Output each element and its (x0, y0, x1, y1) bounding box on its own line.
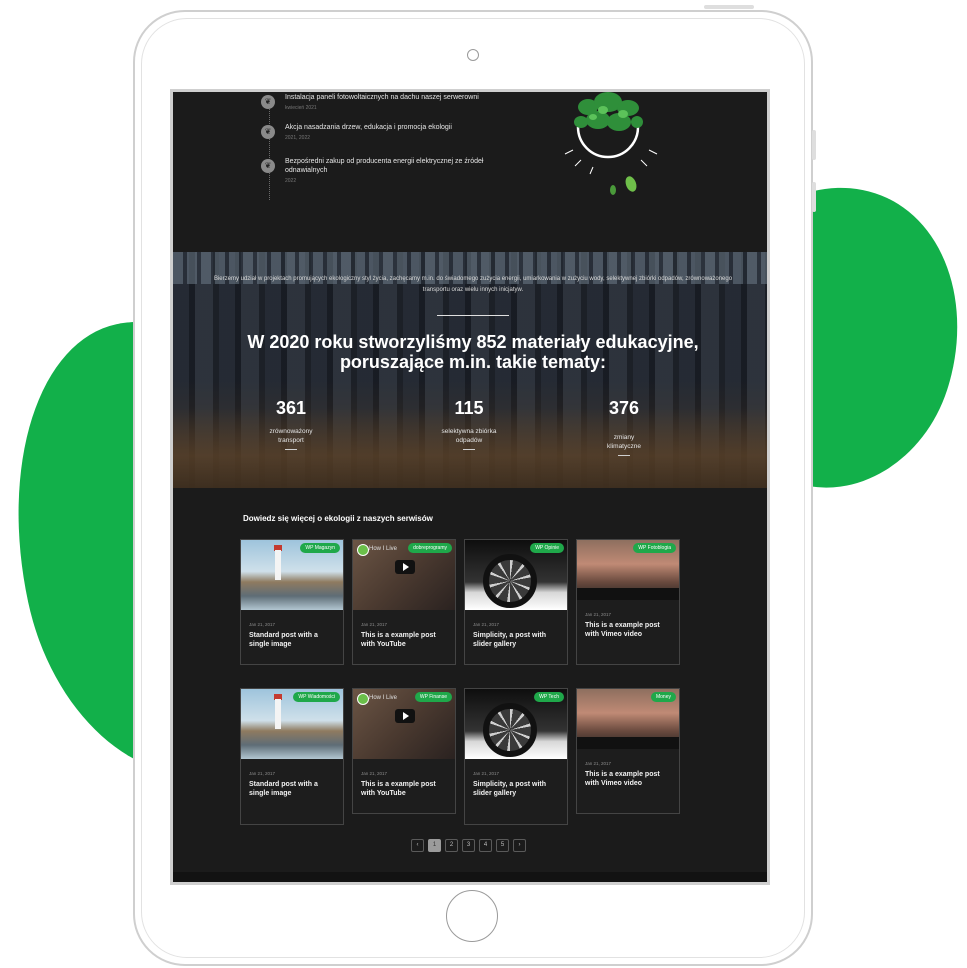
timeline-item: ❦ Bezpośredni zakup od producenta energi… (257, 157, 517, 184)
category-badge[interactable]: WP Finanse (414, 692, 452, 702)
timeline-line (269, 100, 270, 200)
stat-underline (463, 449, 475, 450)
pagination-page-2[interactable]: 2 (445, 839, 458, 852)
hero-separator (437, 315, 509, 316)
post-title[interactable]: This is a example post with Vimeo video (585, 770, 671, 788)
stat-underline (285, 449, 297, 450)
stat-label: zmiany klimatyczne (607, 434, 641, 450)
post-title[interactable]: This is a example post with Vimeo video (585, 621, 671, 639)
post-gallery-image[interactable]: WP Tech (465, 689, 567, 759)
timeline-item-title: Akcja nasadzania drzew, edukacja i promo… (285, 124, 452, 131)
timeline-item-date: kwiecień 2021 (285, 105, 317, 111)
stat-block: 115 selektywna zbiórka odpadów (409, 398, 529, 450)
post-date: Jan 21, 2017 (473, 771, 500, 776)
pagination-page-3[interactable]: 3 (462, 839, 475, 852)
stat-block: 376 zmiany klimatyczne (564, 398, 684, 456)
leaf-icon: ❦ (261, 159, 275, 173)
hero-title: W 2020 roku stworzyliśmy 852 materiały e… (247, 332, 699, 372)
post-title[interactable]: Simplicity, a post with slider gallery (473, 631, 559, 649)
play-icon[interactable] (395, 709, 415, 723)
post-card[interactable]: Money Jan 21, 2017 This is a example pos… (576, 688, 680, 814)
post-image[interactable]: WP Wiadomości (241, 689, 343, 759)
post-gallery-image[interactable]: WP Opinie (465, 540, 567, 610)
leaf-icon: ❦ (261, 95, 275, 109)
category-badge[interactable]: WP Tech (534, 692, 564, 702)
stat-underline (618, 455, 630, 456)
post-card[interactable]: WP Magazyn Jan 21, 2017 Standard post wi… (240, 539, 344, 665)
video-label: How I Live (369, 546, 398, 552)
post-title[interactable]: Simplicity, a post with slider gallery (473, 780, 559, 798)
stat-label: zrównoważony transport (269, 428, 313, 444)
channel-logo-icon (357, 693, 369, 705)
pagination: ‹ 1 2 3 4 5 › (411, 839, 526, 852)
post-card[interactable]: WP Fotoblogia Jan 21, 2017 This is a exa… (576, 539, 680, 665)
timeline-item-title: Instalacja paneli fotowoltaicznych na da… (285, 94, 479, 101)
post-video-thumbnail[interactable]: How I Live WP Finanse (353, 689, 455, 759)
post-date: Jan 21, 2017 (361, 622, 388, 627)
post-date: Jan 21, 2017 (249, 622, 276, 627)
post-video-thumbnail[interactable]: How I Live dobreprogramy (353, 540, 455, 610)
pagination-page-4[interactable]: 4 (479, 839, 492, 852)
stat-value: 361 (275, 398, 307, 418)
post-date: Jan 21, 2017 (585, 761, 612, 766)
post-image[interactable]: WP Magazyn (241, 540, 343, 610)
post-date: Jan 21, 2017 (249, 771, 276, 776)
page-footer-strip (173, 872, 767, 882)
stat-value: 376 (608, 398, 640, 418)
category-badge[interactable]: WP Magazyn (300, 543, 340, 553)
category-badge[interactable]: dobreprogramy (408, 543, 452, 553)
category-badge[interactable]: WP Fotoblogia (633, 543, 676, 553)
post-date: Jan 21, 2017 (361, 771, 388, 776)
post-title[interactable]: Standard post with a single image (249, 780, 335, 798)
video-label: How I Live (369, 695, 398, 701)
lighthouse-tower (275, 550, 281, 580)
stat-value: 115 (454, 398, 484, 418)
post-title[interactable]: Standard post with a single image (249, 631, 335, 649)
post-title[interactable]: This is a example post with YouTube (361, 631, 447, 649)
post-card[interactable]: How I Live WP Finanse Jan 21, 2017 This … (352, 688, 456, 814)
timeline-item-date: 2022 (285, 178, 297, 184)
tablet-power-button (704, 5, 754, 9)
post-card[interactable]: WP Opinie Jan 21, 2017 Simplicity, a pos… (464, 539, 568, 665)
plant-illustration (564, 92, 658, 195)
post-card[interactable]: WP Wiadomości Jan 21, 2017 Standard post… (240, 688, 344, 825)
post-vimeo-thumbnail[interactable]: Money (577, 689, 679, 749)
timeline-item: ❦ Akcja nasadzania drzew, edukacja i pro… (257, 123, 517, 141)
post-date: Jan 21, 2017 (473, 622, 500, 627)
post-vimeo-thumbnail[interactable]: WP Fotoblogia (577, 540, 679, 600)
timeline-item-date: 2021, 2022 (285, 135, 311, 141)
category-badge[interactable]: WP Wiadomości (293, 692, 340, 702)
pagination-page-1[interactable]: 1 (428, 839, 441, 852)
post-card[interactable]: WP Tech Jan 21, 2017 Simplicity, a post … (464, 688, 568, 825)
category-badge[interactable]: Money (650, 692, 676, 702)
leaf-icon: ❦ (261, 125, 275, 139)
post-title[interactable]: This is a example post with YouTube (361, 780, 447, 798)
category-badge[interactable]: WP Opinie (530, 543, 564, 553)
timeline-item-title: Bezpośredni zakup od producenta energii … (285, 158, 484, 174)
post-card[interactable]: How I Live dobreprogramy Jan 21, 2017 Th… (352, 539, 456, 665)
timeline-item: ❦ Instalacja paneli fotowoltaicznych na … (257, 93, 517, 111)
channel-logo-icon (357, 544, 369, 556)
tablet-camera (467, 49, 479, 61)
pagination-next-button[interactable]: › (513, 839, 526, 852)
car-wheel (483, 554, 537, 608)
hero-intro-text: Bierzemy udział w projektach promujących… (213, 276, 733, 293)
tablet-volume-button (812, 182, 816, 212)
lighthouse-tower (275, 699, 281, 729)
stat-label: selektywna zbiórka odpadów (441, 428, 497, 444)
pagination-prev-button[interactable]: ‹ (411, 839, 424, 852)
car-wheel (483, 703, 537, 757)
post-date: Jan 21, 2017 (585, 612, 612, 617)
stat-block: 361 zrównoważony transport (231, 398, 351, 450)
tablet-home-button[interactable] (446, 890, 498, 942)
play-icon[interactable] (395, 560, 415, 574)
hero-section: Bierzemy udział w projektach promujących… (173, 252, 767, 488)
tablet-screen: ❦ Instalacja paneli fotowoltaicznych na … (170, 89, 770, 885)
tablet-volume-button (812, 130, 816, 160)
eco-timeline: ❦ Instalacja paneli fotowoltaicznych na … (257, 92, 517, 200)
blog-heading: Dowiedz się więcej o ekologii z naszych … (243, 514, 433, 523)
pagination-page-5[interactable]: 5 (496, 839, 509, 852)
